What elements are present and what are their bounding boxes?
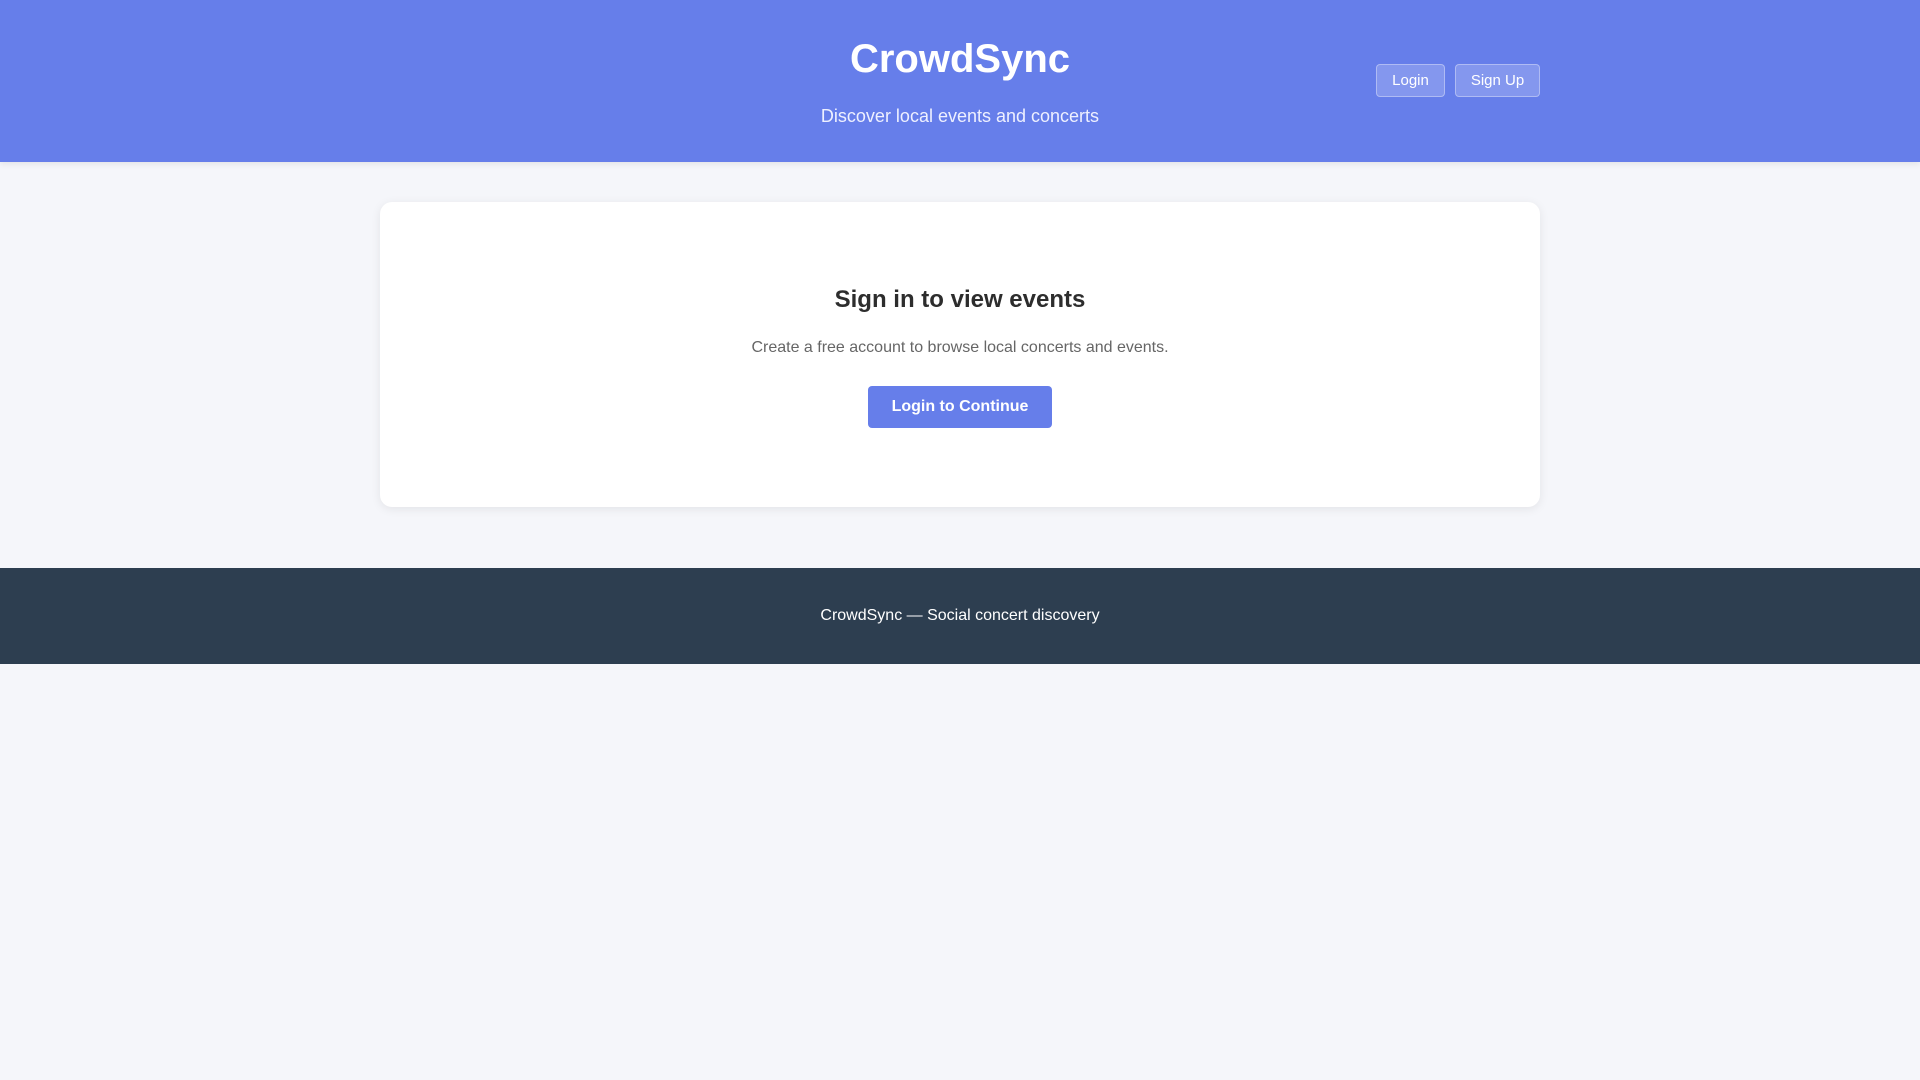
signin-card: Sign in to view events Create a free acc… (380, 202, 1540, 507)
site-header: CrowdSync Discover local events and conc… (0, 0, 1920, 162)
login-button[interactable]: Login (1376, 64, 1445, 97)
site-title: CrowdSync (849, 37, 1071, 81)
signup-button[interactable]: Sign Up (1455, 64, 1540, 97)
footer-text: CrowdSync — Social concert discovery (820, 607, 1100, 624)
site-footer: CrowdSync — Social concert discovery (0, 568, 1920, 664)
login-to-continue-button[interactable]: Login to Continue (868, 386, 1052, 428)
card-text: Create a free account to browse local co… (751, 339, 1169, 356)
site-subtitle: Discover local events and concerts (820, 106, 1100, 126)
card-heading: Sign in to view events (834, 286, 1086, 313)
